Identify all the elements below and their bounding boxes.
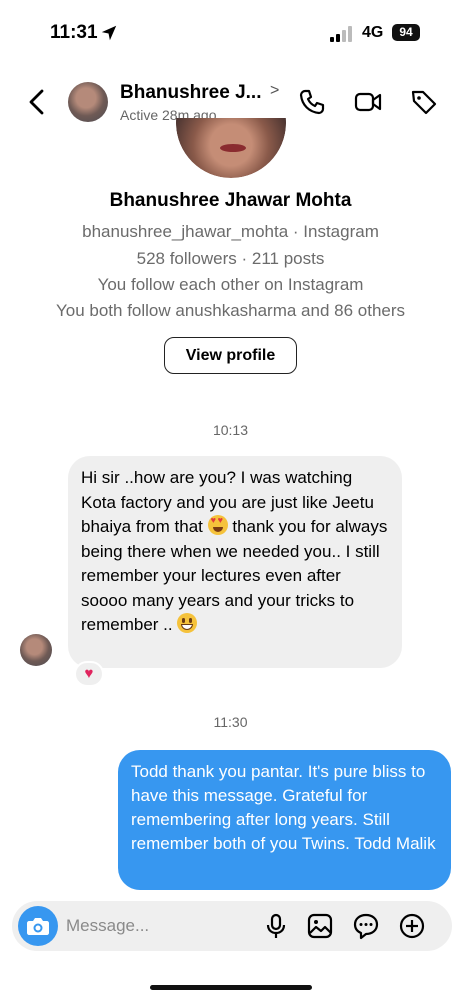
plus-icon[interactable] xyxy=(398,912,426,940)
mutual-followers: You both follow anushkasharma and 86 oth… xyxy=(55,301,406,320)
location-arrow-icon xyxy=(101,25,117,41)
battery-indicator: 94 xyxy=(392,24,420,41)
view-profile-button[interactable]: View profile xyxy=(164,337,297,374)
message-timestamp: 10:13 xyxy=(212,422,249,438)
gallery-icon[interactable] xyxy=(306,912,334,940)
home-indicator[interactable] xyxy=(150,985,312,990)
signal-icon xyxy=(330,26,352,42)
incoming-message-bubble[interactable]: Hi sir ..how are you? I was watching Kot… xyxy=(68,456,402,668)
message-input[interactable] xyxy=(66,912,256,940)
network-type: 4G xyxy=(362,24,384,41)
outgoing-message-bubble[interactable]: Todd thank you pantar. It's pure bliss t… xyxy=(118,750,451,890)
camera-button[interactable] xyxy=(18,906,58,946)
camera-icon xyxy=(27,918,49,935)
sticker-icon[interactable] xyxy=(352,912,380,940)
outgoing-message-text: Todd thank you pantar. It's pure bliss t… xyxy=(131,762,436,853)
message-timestamp: 11:30 xyxy=(213,714,248,730)
avatar[interactable] xyxy=(68,82,108,122)
status-bar: 11:31 4G 94 xyxy=(0,0,461,66)
chevron-right-icon[interactable]: > xyxy=(270,82,279,100)
profile-full-name: Bhanushree Jhawar Mohta xyxy=(109,190,352,211)
grinning-emoji xyxy=(177,613,198,633)
heart-reaction-icon[interactable]: ♥ xyxy=(74,661,104,687)
status-time: 11:31 xyxy=(50,22,98,43)
follow-status: You follow each other on Instagram xyxy=(97,275,364,294)
back-icon[interactable] xyxy=(24,88,50,116)
profile-username: bhanushree_jhawar_mohta · Instagram xyxy=(82,222,379,241)
phone-icon[interactable] xyxy=(298,88,326,116)
video-camera-icon[interactable] xyxy=(354,88,382,116)
message-composer xyxy=(12,901,452,951)
sender-avatar[interactable] xyxy=(20,634,52,666)
microphone-icon[interactable] xyxy=(262,912,290,940)
contact-name[interactable]: Bhanushree J... xyxy=(120,82,262,104)
profile-picture[interactable] xyxy=(176,118,286,178)
tag-icon[interactable] xyxy=(410,88,438,116)
profile-stats: 528 followers · 211 posts xyxy=(136,249,325,268)
heart-eyes-emoji xyxy=(207,515,228,535)
